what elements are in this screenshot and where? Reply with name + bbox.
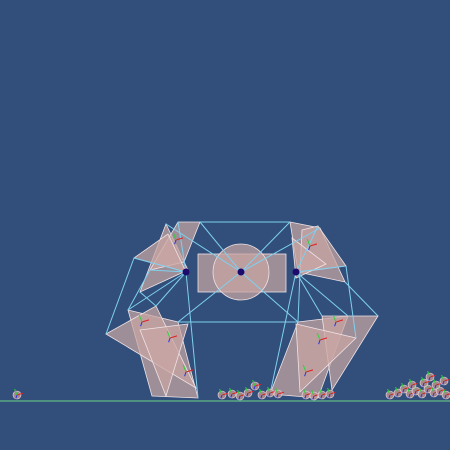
center-joint <box>237 268 245 276</box>
sky-background <box>0 0 450 450</box>
right-hip-joint <box>292 268 300 276</box>
simulation-viewport <box>0 0 450 450</box>
left-hip-joint <box>182 268 190 276</box>
